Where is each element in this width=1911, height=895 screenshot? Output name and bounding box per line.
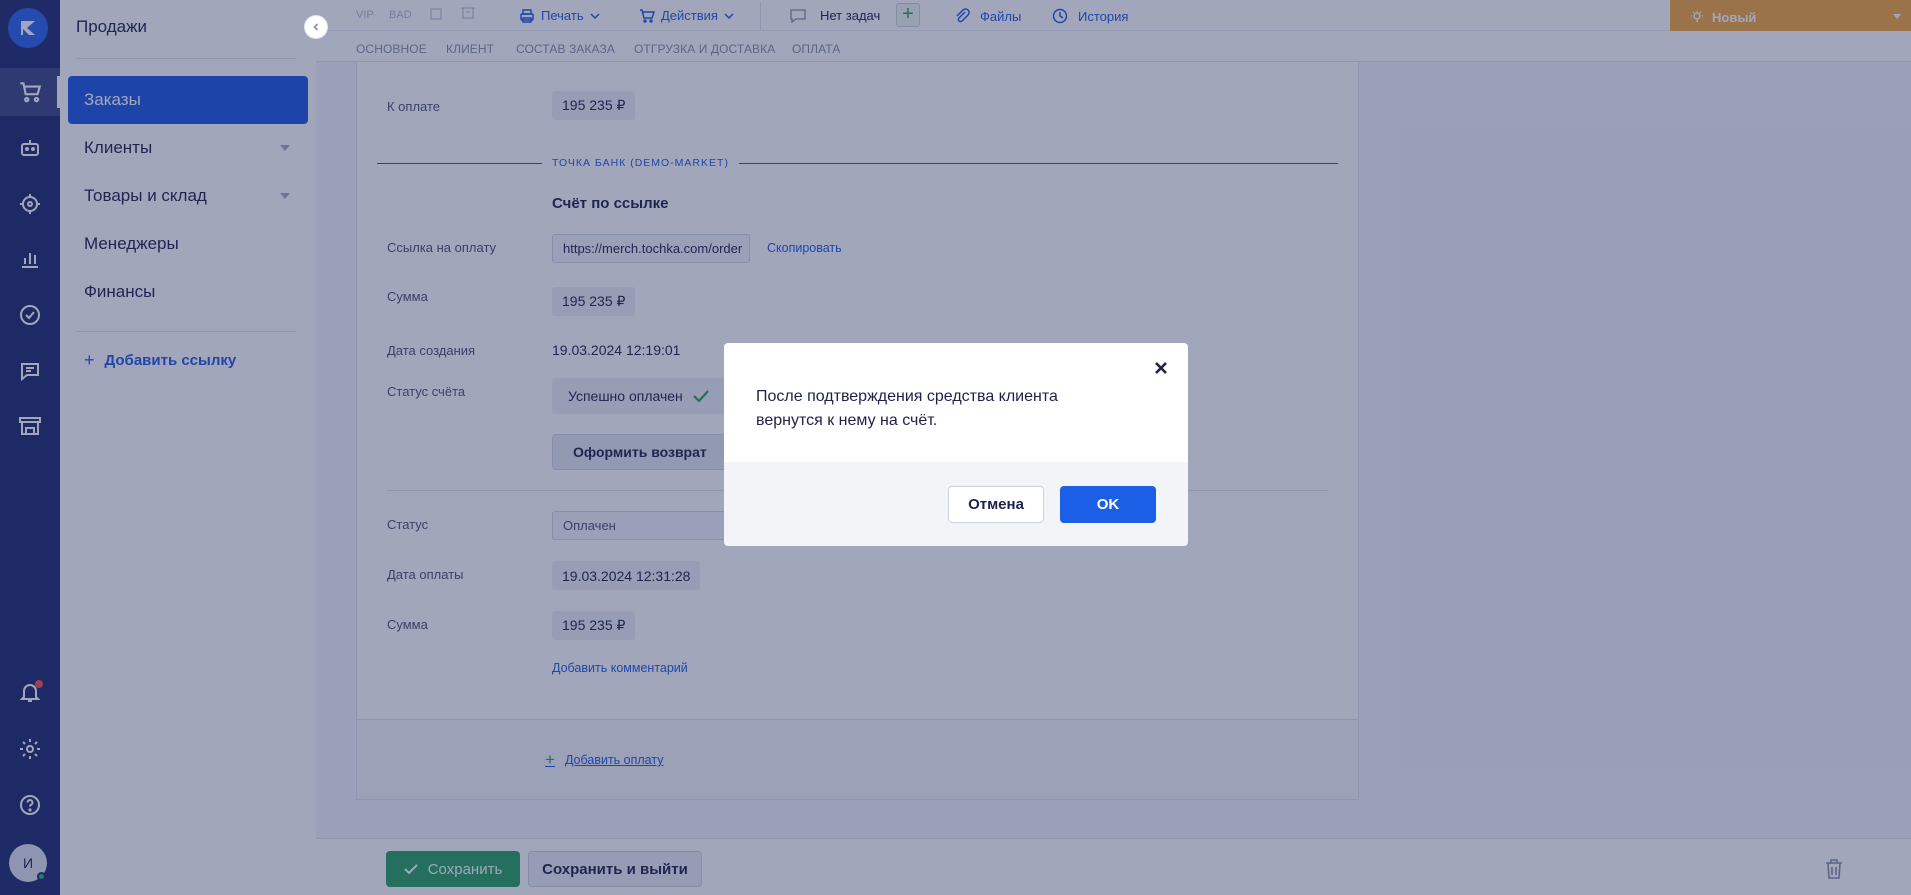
- chevron-left-icon: [313, 23, 319, 31]
- close-icon[interactable]: [1154, 361, 1168, 380]
- dialog-message: После подтверждения средства клиента вер…: [756, 388, 1058, 429]
- confirm-refund-dialog: После подтверждения средства клиента вер…: [724, 343, 1188, 546]
- collapse-sidebar-button[interactable]: [304, 15, 328, 39]
- ok-button[interactable]: OK: [1060, 486, 1156, 523]
- cancel-button[interactable]: Отмена: [948, 486, 1044, 523]
